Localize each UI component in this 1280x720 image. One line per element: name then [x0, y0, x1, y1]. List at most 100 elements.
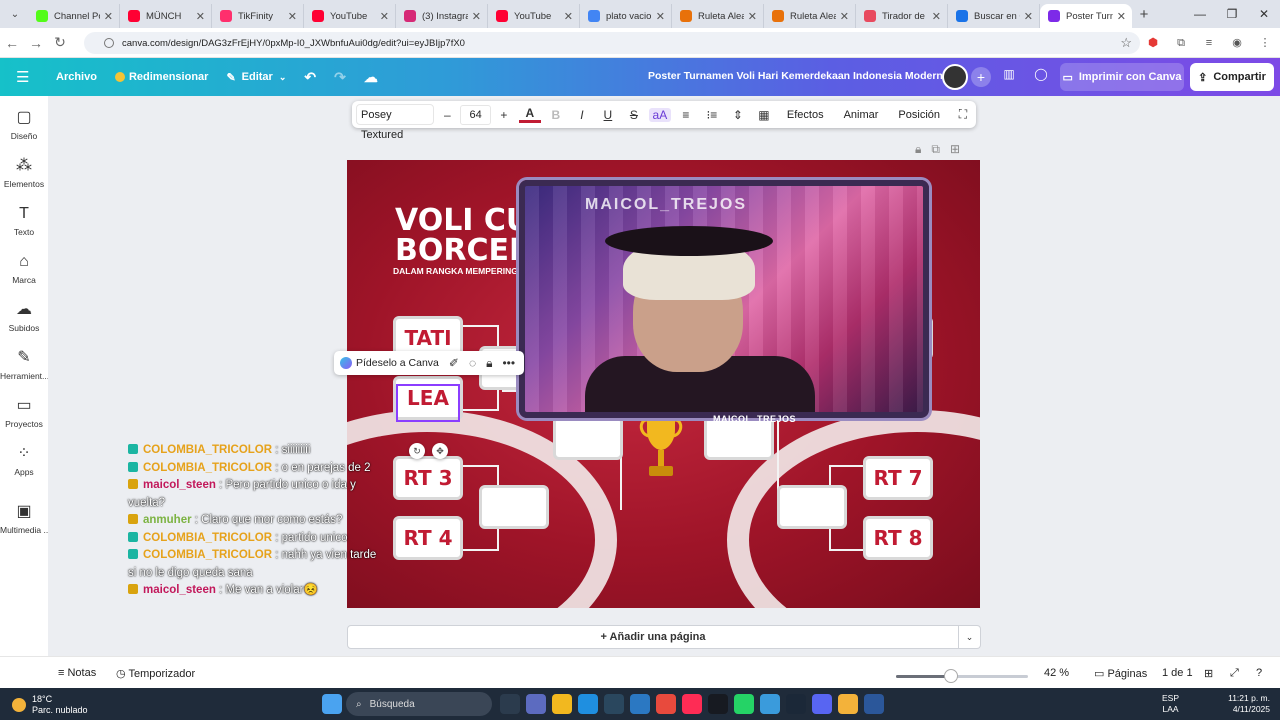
copy-style-icon[interactable]: ⛶: [952, 107, 974, 122]
fullscreen-icon[interactable]: ⤢: [1230, 667, 1239, 680]
browser-tab[interactable]: YouTube ✕: [488, 4, 580, 28]
cloud-save-icon[interactable]: ☁: [364, 69, 378, 86]
taskbar-app-icon[interactable]: [526, 694, 546, 714]
semifinal-box-left-bottom[interactable]: [479, 485, 549, 529]
team-box-7[interactable]: RT 7: [863, 456, 933, 500]
lock-icon[interactable]: 🔒︎: [486, 356, 492, 371]
add-collaborator-button[interactable]: +: [971, 67, 991, 87]
input-language[interactable]: ESP LAA: [1162, 693, 1179, 715]
taskbar-search[interactable]: ⌕ Búsqueda: [346, 692, 492, 716]
rotate-handle-icon[interactable]: ↻: [409, 443, 425, 459]
adblock-icon[interactable]: ⬢: [1144, 34, 1162, 52]
sidebar-item-media[interactable]: ▣ Multimedia ...: [0, 502, 51, 535]
zoom-value[interactable]: 42 %: [1044, 667, 1069, 679]
timer-button[interactable]: ◷ Temporizador: [116, 667, 195, 680]
browser-tab[interactable]: Poster Turna ✕: [1040, 4, 1132, 28]
browser-tab[interactable]: plato vacio ✕: [580, 4, 672, 28]
browser-menu-icon[interactable]: ⋮: [1256, 34, 1274, 52]
taskbar-app-icon[interactable]: [786, 694, 806, 714]
back-icon[interactable]: ←: [0, 35, 24, 51]
tab-close-icon[interactable]: ✕: [380, 10, 389, 23]
move-handle-icon[interactable]: ✥: [432, 443, 448, 459]
browser-tab[interactable]: Tirador de d ✕: [856, 4, 948, 28]
add-page-icon[interactable]: ⊞: [950, 142, 960, 157]
minimize-icon[interactable]: —: [1184, 0, 1216, 28]
document-title[interactable]: Poster Turnamen Voli Hari Kemerdekaan In…: [648, 70, 955, 82]
browser-tab[interactable]: Ruleta Aleat ✕: [764, 4, 856, 28]
comments-icon[interactable]: ◯: [1030, 67, 1052, 87]
taskbar-app-icon[interactable]: [708, 694, 728, 714]
magic-edit-icon[interactable]: ✐: [449, 356, 459, 370]
redo-icon[interactable]: ↷: [334, 69, 346, 86]
strikethrough-icon[interactable]: S: [623, 108, 645, 122]
system-clock[interactable]: 11:21 p. m. 4/11/2025: [1228, 693, 1270, 715]
sidebar-item-apps[interactable]: ⁘ Apps: [0, 444, 48, 477]
bookmark-star-icon[interactable]: ☆: [1120, 35, 1132, 51]
sidebar-item-folder[interactable]: ▭ Proyectos: [0, 396, 48, 429]
position-button[interactable]: Posición: [898, 109, 940, 121]
team-box-4[interactable]: RT 4: [393, 516, 463, 560]
add-page-dropdown-icon[interactable]: ⌄: [959, 625, 981, 649]
url-field[interactable]: canva.com/design/DAG3zFrEjHY/0pxMp-I0_JX…: [84, 32, 1140, 54]
align-center-icon[interactable]: ≡: [675, 108, 697, 122]
extensions-icon[interactable]: ⧉: [1172, 34, 1190, 52]
bold-icon[interactable]: B: [545, 108, 567, 122]
maximize-icon[interactable]: ❐: [1216, 0, 1248, 28]
insights-icon[interactable]: ▥: [998, 67, 1020, 87]
tab-close-icon[interactable]: ✕: [1117, 10, 1126, 23]
final-box-left[interactable]: [553, 416, 623, 460]
font-size-decrease-button[interactable]: –: [436, 108, 458, 122]
animate-button[interactable]: Animar: [844, 109, 879, 121]
undo-icon[interactable]: ↶: [304, 69, 316, 86]
site-info-icon[interactable]: [104, 38, 114, 48]
taskbar-app-icon[interactable]: [812, 694, 832, 714]
italic-icon[interactable]: I: [571, 108, 593, 122]
sidebar-item-brand[interactable]: ⌂ Marca: [0, 252, 48, 285]
ask-canva-button[interactable]: Pídeselo a Canva: [356, 357, 439, 369]
more-options-icon[interactable]: •••: [502, 356, 515, 370]
taskbar-app-icon[interactable]: [552, 694, 572, 714]
sidebar-item-tools[interactable]: ✎ Herramient...: [0, 348, 49, 381]
browser-tab[interactable]: (3) Instagram ✕: [396, 4, 488, 28]
add-page-button[interactable]: + Añadir una página: [347, 625, 959, 649]
browser-tab[interactable]: YouTube ✕: [304, 4, 396, 28]
taskbar-app-icon[interactable]: [630, 694, 650, 714]
taskbar-app-icon[interactable]: [578, 694, 598, 714]
taskbar-app-icon[interactable]: [734, 694, 754, 714]
tab-close-icon[interactable]: ✕: [564, 10, 573, 23]
taskbar-app-icon[interactable]: [604, 694, 624, 714]
sidebar-item-layout[interactable]: ▢ Diseño: [0, 108, 48, 141]
sidebar-item-elements[interactable]: ⁂ Elementos: [0, 156, 48, 189]
browser-tab[interactable]: Ruleta Aleat ✕: [672, 4, 764, 28]
spacing-icon[interactable]: ⇕: [727, 108, 749, 122]
media-control-icon[interactable]: ≡: [1200, 34, 1218, 52]
transparency-icon[interactable]: ▦: [753, 108, 775, 122]
notes-button[interactable]: ≡ Notas: [58, 667, 96, 679]
resize-button[interactable]: Redimensionar: [114, 71, 208, 83]
help-icon[interactable]: ?: [1256, 667, 1262, 679]
avatar[interactable]: [942, 64, 968, 90]
tab-close-icon[interactable]: ✕: [104, 10, 113, 23]
taskbar-app-icon[interactable]: [760, 694, 780, 714]
duplicate-page-icon[interactable]: ⧉: [931, 142, 940, 157]
start-icon[interactable]: [322, 694, 342, 714]
effects-button[interactable]: Efectos: [787, 109, 824, 121]
forward-icon[interactable]: →: [24, 35, 48, 51]
reload-icon[interactable]: ↻: [48, 34, 72, 51]
sidebar-item-text[interactable]: T Texto: [0, 204, 48, 237]
tab-close-icon[interactable]: ✕: [656, 10, 665, 23]
tab-close-icon[interactable]: ✕: [932, 10, 941, 23]
font-size-increase-button[interactable]: +: [493, 108, 515, 122]
pages-button[interactable]: ▭ Páginas: [1094, 667, 1147, 680]
letter-case-icon[interactable]: aA: [648, 107, 671, 122]
underline-icon[interactable]: U: [597, 108, 619, 122]
file-menu[interactable]: Archivo: [56, 71, 97, 83]
taskbar-app-icon[interactable]: [864, 694, 884, 714]
browser-tab[interactable]: MÜNCH ✕: [120, 4, 212, 28]
tab-close-icon[interactable]: ✕: [196, 10, 205, 23]
tab-close-icon[interactable]: ✕: [472, 10, 481, 23]
comment-icon[interactable]: ◌: [469, 356, 476, 370]
browser-tab[interactable]: TikFinity ✕: [212, 4, 304, 28]
webcam-video-overlay[interactable]: MAICOL_TREJOS: [519, 180, 929, 418]
font-selector[interactable]: Posey Textured: [356, 104, 435, 141]
